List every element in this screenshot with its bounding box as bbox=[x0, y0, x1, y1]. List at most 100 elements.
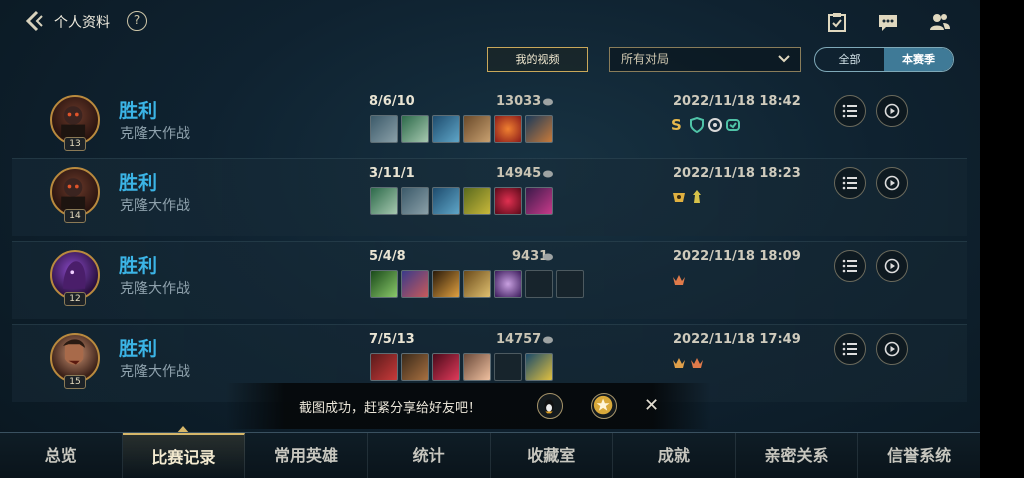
match-replay-button[interactable] bbox=[876, 250, 908, 282]
screen-edge bbox=[980, 0, 1024, 478]
game-mode: 克隆大作战 bbox=[120, 281, 190, 297]
item-slot bbox=[401, 115, 429, 143]
kda: 7/5/13 bbox=[369, 332, 415, 347]
item-slot bbox=[370, 353, 398, 381]
back-chevron-icon[interactable] bbox=[22, 9, 46, 33]
item-slot bbox=[370, 187, 398, 215]
match-row[interactable]: 12 胜利 克隆大作战 5/4/8 9431 2022/11/18 18:09 bbox=[12, 241, 967, 319]
tab-match-history[interactable]: 比赛记录 bbox=[122, 433, 246, 478]
item-slot bbox=[432, 187, 460, 215]
match-row[interactable]: 14 胜利 克隆大作战 3/11/1 14945 2022/11/18 18:2… bbox=[12, 158, 967, 236]
match-history-screen: 个人资料 ? 我的视频 所有对局 全部 本赛季 13 胜利 克隆大作战 8/6/… bbox=[0, 0, 980, 478]
match-datetime: 2022/11/18 18:23 bbox=[673, 166, 801, 181]
shield-badge-icon bbox=[690, 117, 704, 133]
match-datetime: 2022/11/18 17:49 bbox=[673, 332, 801, 347]
item-slot bbox=[370, 270, 398, 298]
page-title: 个人资料 bbox=[54, 15, 110, 31]
empty-item-slot bbox=[525, 270, 553, 298]
star-icon bbox=[593, 395, 613, 415]
empty-item-slot bbox=[556, 270, 584, 298]
match-datetime: 2022/11/18 18:09 bbox=[673, 249, 801, 264]
item-slot bbox=[370, 115, 398, 143]
tab-relationships[interactable]: 亲密关系 bbox=[736, 433, 859, 478]
item-slot bbox=[432, 270, 460, 298]
toggle-current-season[interactable]: 本赛季 bbox=[884, 48, 953, 71]
chevron-down-icon bbox=[778, 55, 790, 63]
item-slot bbox=[494, 187, 522, 215]
item-slot bbox=[494, 270, 522, 298]
bottom-nav: 总览 比赛记录 常用英雄 统计 收藏室 成就 亲密关系 信誉系统 bbox=[0, 432, 980, 478]
crown-badge-icon bbox=[673, 358, 685, 368]
item-slot bbox=[463, 115, 491, 143]
kda: 5/4/8 bbox=[369, 249, 406, 264]
kda: 8/6/10 bbox=[369, 94, 415, 109]
crown-badge-icon bbox=[673, 275, 685, 285]
item-slot bbox=[494, 115, 522, 143]
match-result: 胜利 bbox=[119, 338, 158, 360]
match-replay-button[interactable] bbox=[876, 333, 908, 365]
replay-icon bbox=[884, 175, 900, 191]
coin-icon bbox=[543, 170, 553, 178]
chat-icon[interactable] bbox=[877, 11, 899, 33]
tab-overview[interactable]: 总览 bbox=[0, 433, 123, 478]
favorite-button[interactable] bbox=[591, 393, 617, 419]
match-details-button[interactable] bbox=[834, 95, 866, 127]
assist-badge-icon bbox=[708, 118, 722, 132]
match-details-button[interactable] bbox=[834, 250, 866, 282]
tab-statistics[interactable]: 统计 bbox=[368, 433, 491, 478]
item-slot bbox=[401, 187, 429, 215]
crown-badge-icon bbox=[691, 358, 703, 368]
tab-reputation[interactable]: 信誉系统 bbox=[858, 433, 980, 478]
match-result: 胜利 bbox=[119, 172, 158, 194]
friends-icon[interactable] bbox=[929, 11, 951, 33]
match-result: 胜利 bbox=[119, 100, 158, 122]
gold-earned: 13033 bbox=[496, 94, 542, 109]
match-details-button[interactable] bbox=[834, 167, 866, 199]
checklist-icon[interactable] bbox=[826, 11, 848, 33]
item-slot bbox=[525, 187, 553, 215]
tab-collection[interactable]: 收藏室 bbox=[491, 433, 614, 478]
item-slots bbox=[370, 187, 553, 215]
match-result: 胜利 bbox=[119, 255, 158, 277]
champion-level: 14 bbox=[64, 209, 86, 223]
match-details-button[interactable] bbox=[834, 333, 866, 365]
item-slot bbox=[525, 115, 553, 143]
gold-earned: 14757 bbox=[496, 332, 542, 347]
coin-icon bbox=[543, 98, 553, 106]
toast-message: 截图成功，赶紧分享给好友吧！ bbox=[299, 401, 482, 416]
game-mode: 克隆大作战 bbox=[120, 126, 190, 142]
item-slots bbox=[370, 270, 584, 298]
game-mode: 克隆大作战 bbox=[120, 364, 190, 380]
match-row[interactable]: 13 胜利 克隆大作战 8/6/10 13033 2022/11/18 18:4… bbox=[12, 87, 967, 165]
tower-badge-icon bbox=[693, 190, 701, 203]
season-toggle[interactable]: 全部 本赛季 bbox=[814, 47, 954, 72]
match-replay-button[interactable] bbox=[876, 167, 908, 199]
replay-icon bbox=[884, 258, 900, 274]
screenshot-toast: 截图成功，赶紧分享给好友吧！ ✕ bbox=[226, 383, 711, 429]
my-videos-button[interactable]: 我的视频 bbox=[487, 47, 588, 72]
item-slot bbox=[463, 353, 491, 381]
list-icon bbox=[842, 176, 857, 190]
item-slot bbox=[463, 187, 491, 215]
champion-level: 13 bbox=[64, 137, 86, 151]
match-mode-select[interactable]: 所有对局 bbox=[609, 47, 801, 72]
share-qq-button[interactable] bbox=[537, 393, 563, 419]
penguin-icon bbox=[544, 399, 554, 414]
list-icon bbox=[842, 104, 857, 118]
item-slot bbox=[525, 353, 553, 381]
replay-icon bbox=[884, 103, 900, 119]
match-badges: S bbox=[671, 117, 741, 133]
tab-achievements[interactable]: 成就 bbox=[613, 433, 736, 478]
help-button[interactable]: ? bbox=[127, 11, 147, 31]
item-slot bbox=[432, 115, 460, 143]
item-slots bbox=[370, 115, 553, 143]
tab-common-heroes[interactable]: 常用英雄 bbox=[245, 433, 368, 478]
match-replay-button[interactable] bbox=[876, 95, 908, 127]
match-badges bbox=[671, 272, 687, 288]
coin-icon bbox=[543, 336, 553, 344]
list-icon bbox=[842, 342, 857, 356]
match-badges bbox=[671, 189, 705, 205]
gold-earned: 14945 bbox=[496, 166, 542, 181]
close-toast-button[interactable]: ✕ bbox=[644, 396, 659, 416]
toggle-all[interactable]: 全部 bbox=[815, 48, 884, 71]
